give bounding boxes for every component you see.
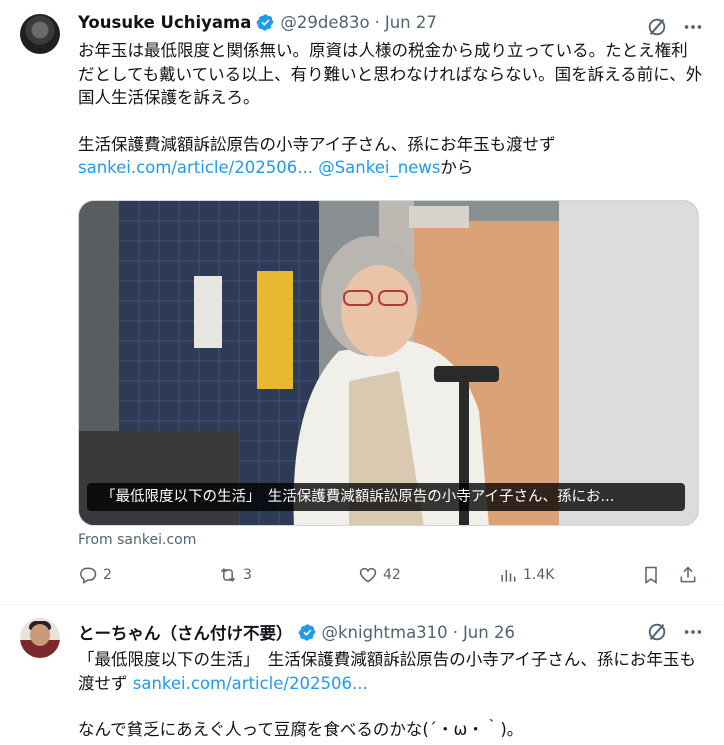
reply-icon: [80, 567, 97, 584]
tweet-header: とーちゃん（さん付け不要） @knightma310 · Jun 26: [78, 620, 515, 644]
bookmark-button[interactable]: [641, 565, 661, 585]
grok-icon[interactable]: [646, 621, 668, 643]
share-icon: [680, 566, 696, 583]
timestamp[interactable]: Jun 27: [385, 13, 437, 32]
like-button[interactable]: 42: [358, 565, 401, 585]
like-icon: [359, 567, 377, 583]
bookmark-icon: [645, 566, 657, 584]
author-handle[interactable]: @knightma310: [322, 623, 448, 642]
tweet-2[interactable]: とーちゃん（さん付け不要） @knightma310 · Jun 26 「最低限…: [0, 605, 724, 745]
media-caption: 「最低限度以下の生活」 生活保護費減額訴訟原告の小寺アイ子さん、孫にお...: [87, 483, 685, 511]
tweet-1[interactable]: Yousuke Uchiyama @29de83o · Jun 27 お年玉は最…: [0, 0, 724, 604]
avatar[interactable]: [20, 618, 60, 658]
tweet-top-actions: [646, 621, 704, 643]
separator-dot: ·: [452, 622, 458, 642]
tweet-header: Yousuke Uchiyama @29de83o · Jun 27: [78, 13, 437, 32]
like-count: 42: [383, 567, 401, 583]
repost-count: 3: [243, 567, 252, 583]
tweet-paragraph-2: なんで貧乏にあえぐ人って豆腐を食べるのかな(´・ω・｀)。: [78, 720, 524, 739]
tweet-top-actions: [646, 16, 704, 38]
link-suffix: から: [440, 158, 474, 177]
reply-button[interactable]: 2: [78, 565, 112, 585]
more-icon[interactable]: [682, 16, 704, 38]
mention-link[interactable]: @Sankei_news: [318, 158, 440, 177]
more-icon[interactable]: [682, 621, 704, 643]
repost-button[interactable]: 3: [218, 565, 252, 585]
views-count: 1.4K: [523, 567, 555, 583]
views-icon: [501, 570, 516, 582]
card-source[interactable]: From sankei.com: [78, 532, 196, 548]
tweet-paragraph-1: お年玉は最低限度と関係無い。原資は人様の税金から成り立っている。たとえ権利だとし…: [78, 41, 703, 107]
timestamp[interactable]: Jun 26: [463, 623, 515, 642]
article-photo: [79, 201, 698, 525]
avatar[interactable]: [20, 14, 60, 54]
tweet-paragraph-2: 生活保護費減額訴訟原告の小寺アイ子さん、孫にお年玉も渡せず: [78, 134, 556, 154]
article-card-image[interactable]: 「最低限度以下の生活」 生活保護費減額訴訟原告の小寺アイ子さん、孫にお...: [78, 200, 699, 526]
tweet-actions: 2 3 42 1.4K: [78, 565, 704, 589]
article-link[interactable]: sankei.com/article/202506...: [133, 674, 368, 693]
separator-dot: ·: [374, 13, 380, 32]
author-name[interactable]: Yousuke Uchiyama: [78, 13, 251, 32]
article-link[interactable]: sankei.com/article/202506...: [78, 158, 313, 177]
repost-icon: [220, 568, 236, 582]
tweet-text: 「最低限度以下の生活」 生活保護費減額訴訟原告の小寺アイ子さん、孫にお年玉も渡せ…: [78, 648, 704, 742]
reply-count: 2: [103, 567, 112, 583]
author-handle[interactable]: @29de83o: [280, 13, 369, 32]
grok-icon[interactable]: [646, 16, 668, 38]
author-name[interactable]: とーちゃん（さん付け不要）: [78, 620, 293, 644]
tweet-paragraph-1: 「最低限度以下の生活」 生活保護費減額訴訟原告の小寺アイ子さん、孫にお年玉も渡せ…: [78, 648, 704, 695]
tweet-text: お年玉は最低限度と関係無い。原資は人様の税金から成り立っている。たとえ権利だとし…: [78, 39, 704, 180]
tweet-link-line: sankei.com/article/202506... @Sankei_new…: [78, 156, 704, 180]
share-button[interactable]: [678, 565, 698, 585]
verified-badge-icon: [256, 14, 274, 31]
views-button[interactable]: 1.4K: [498, 565, 554, 585]
verified-badge-icon: [298, 623, 316, 641]
